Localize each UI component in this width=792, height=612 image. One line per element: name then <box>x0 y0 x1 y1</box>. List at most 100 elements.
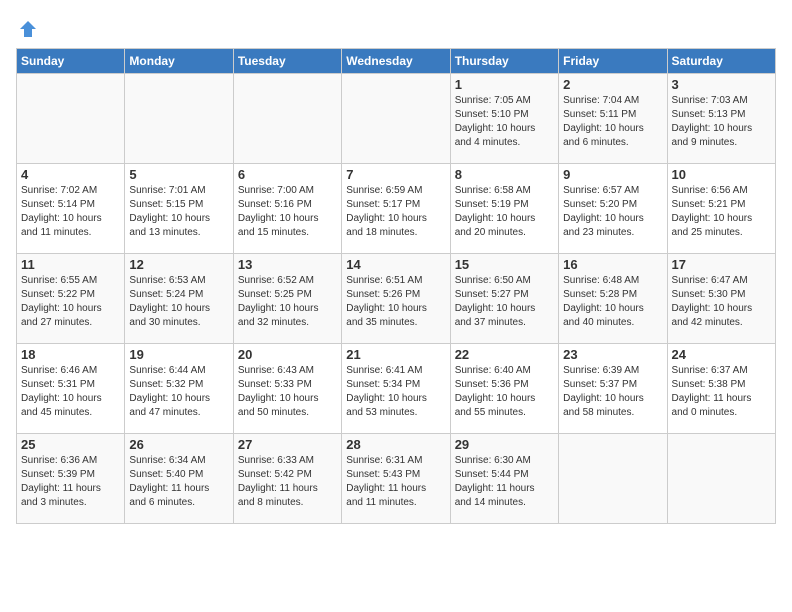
day-number: 17 <box>672 257 771 272</box>
day-info: Sunrise: 7:01 AM Sunset: 5:15 PM Dayligh… <box>129 184 228 240</box>
calendar-cell: 16 Sunrise: 6:48 AM Sunset: 5:28 PM Dayli… <box>559 254 667 344</box>
calendar-cell: 8 Sunrise: 6:58 AM Sunset: 5:19 PM Daylig… <box>450 164 558 254</box>
calendar-cell: 13 Sunrise: 6:52 AM Sunset: 5:25 PM Dayli… <box>233 254 341 344</box>
calendar-cell <box>559 434 667 524</box>
calendar-cell: 12 Sunrise: 6:53 AM Sunset: 5:24 PM Dayli… <box>125 254 233 344</box>
day-number: 2 <box>563 77 662 92</box>
calendar-cell: 17 Sunrise: 6:47 AM Sunset: 5:30 PM Dayli… <box>667 254 775 344</box>
weekday-header: Thursday <box>450 49 558 74</box>
calendar-cell: 3 Sunrise: 7:03 AM Sunset: 5:13 PM Daylig… <box>667 74 775 164</box>
day-number: 25 <box>21 437 120 452</box>
calendar-cell: 11 Sunrise: 6:55 AM Sunset: 5:22 PM Dayli… <box>17 254 125 344</box>
day-number: 3 <box>672 77 771 92</box>
calendar-week: 4 Sunrise: 7:02 AM Sunset: 5:14 PM Daylig… <box>17 164 776 254</box>
day-info: Sunrise: 6:37 AM Sunset: 5:38 PM Dayligh… <box>672 364 771 420</box>
day-number: 19 <box>129 347 228 362</box>
day-info: Sunrise: 7:03 AM Sunset: 5:13 PM Dayligh… <box>672 94 771 150</box>
day-info: Sunrise: 6:57 AM Sunset: 5:20 PM Dayligh… <box>563 184 662 240</box>
day-info: Sunrise: 6:58 AM Sunset: 5:19 PM Dayligh… <box>455 184 554 240</box>
calendar-cell <box>667 434 775 524</box>
day-number: 16 <box>563 257 662 272</box>
calendar-cell: 18 Sunrise: 6:46 AM Sunset: 5:31 PM Dayli… <box>17 344 125 434</box>
weekday-header: Sunday <box>17 49 125 74</box>
day-info: Sunrise: 6:44 AM Sunset: 5:32 PM Dayligh… <box>129 364 228 420</box>
page-header <box>16 16 776 40</box>
day-number: 5 <box>129 167 228 182</box>
day-number: 14 <box>346 257 445 272</box>
day-number: 22 <box>455 347 554 362</box>
day-number: 28 <box>346 437 445 452</box>
calendar-cell: 23Sunrise: 6:39 AM Sunset: 5:37 PM Dayli… <box>559 344 667 434</box>
day-info: Sunrise: 6:56 AM Sunset: 5:21 PM Dayligh… <box>672 184 771 240</box>
day-info: Sunrise: 6:48 AM Sunset: 5:28 PM Dayligh… <box>563 274 662 330</box>
calendar-cell: 6 Sunrise: 7:00 AM Sunset: 5:16 PM Daylig… <box>233 164 341 254</box>
day-number: 27 <box>238 437 337 452</box>
calendar-cell: 1 Sunrise: 7:05 AM Sunset: 5:10 PM Daylig… <box>450 74 558 164</box>
calendar-cell <box>17 74 125 164</box>
weekday-header: Tuesday <box>233 49 341 74</box>
day-info: Sunrise: 6:52 AM Sunset: 5:25 PM Dayligh… <box>238 274 337 330</box>
day-info: Sunrise: 6:53 AM Sunset: 5:24 PM Dayligh… <box>129 274 228 330</box>
day-number: 7 <box>346 167 445 182</box>
calendar-cell: 22 Sunrise: 6:40 AM Sunset: 5:36 PM Dayli… <box>450 344 558 434</box>
calendar-cell: 5 Sunrise: 7:01 AM Sunset: 5:15 PM Daylig… <box>125 164 233 254</box>
day-info: Sunrise: 6:47 AM Sunset: 5:30 PM Dayligh… <box>672 274 771 330</box>
calendar-week: 18 Sunrise: 6:46 AM Sunset: 5:31 PM Dayli… <box>17 344 776 434</box>
day-number: 21 <box>346 347 445 362</box>
day-info: Sunrise: 7:00 AM Sunset: 5:16 PM Dayligh… <box>238 184 337 240</box>
logo <box>16 16 38 40</box>
day-info: Sunrise: 6:55 AM Sunset: 5:22 PM Dayligh… <box>21 274 120 330</box>
weekday-header: Saturday <box>667 49 775 74</box>
day-info: Sunrise: 6:50 AM Sunset: 5:27 PM Dayligh… <box>455 274 554 330</box>
day-info: Sunrise: 7:05 AM Sunset: 5:10 PM Dayligh… <box>455 94 554 150</box>
day-info: Sunrise: 6:39 AM Sunset: 5:37 PM Dayligh… <box>563 364 662 420</box>
day-number: 13 <box>238 257 337 272</box>
day-info: Sunrise: 6:51 AM Sunset: 5:26 PM Dayligh… <box>346 274 445 330</box>
day-number: 18 <box>21 347 120 362</box>
day-number: 29 <box>455 437 554 452</box>
day-info: Sunrise: 6:36 AM Sunset: 5:39 PM Dayligh… <box>21 454 120 510</box>
calendar-cell: 28Sunrise: 6:31 AM Sunset: 5:43 PM Dayli… <box>342 434 450 524</box>
calendar-cell <box>125 74 233 164</box>
calendar-header: SundayMondayTuesdayWednesdayThursdayFrid… <box>17 49 776 74</box>
day-info: Sunrise: 6:41 AM Sunset: 5:34 PM Dayligh… <box>346 364 445 420</box>
calendar-cell: 20Sunrise: 6:43 AM Sunset: 5:33 PM Dayli… <box>233 344 341 434</box>
day-number: 4 <box>21 167 120 182</box>
calendar-cell <box>233 74 341 164</box>
day-number: 12 <box>129 257 228 272</box>
day-number: 20 <box>238 347 337 362</box>
day-info: Sunrise: 7:02 AM Sunset: 5:14 PM Dayligh… <box>21 184 120 240</box>
day-number: 15 <box>455 257 554 272</box>
calendar-week: 11 Sunrise: 6:55 AM Sunset: 5:22 PM Dayli… <box>17 254 776 344</box>
day-info: Sunrise: 6:30 AM Sunset: 5:44 PM Dayligh… <box>455 454 554 510</box>
calendar-cell: 2 Sunrise: 7:04 AM Sunset: 5:11 PM Daylig… <box>559 74 667 164</box>
day-number: 11 <box>21 257 120 272</box>
day-number: 10 <box>672 167 771 182</box>
day-number: 26 <box>129 437 228 452</box>
calendar-cell: 29 Sunrise: 6:30 AM Sunset: 5:44 PM Dayli… <box>450 434 558 524</box>
day-info: Sunrise: 6:40 AM Sunset: 5:36 PM Dayligh… <box>455 364 554 420</box>
day-number: 8 <box>455 167 554 182</box>
day-info: Sunrise: 6:59 AM Sunset: 5:17 PM Dayligh… <box>346 184 445 240</box>
day-info: Sunrise: 6:33 AM Sunset: 5:42 PM Dayligh… <box>238 454 337 510</box>
calendar-cell: 19 Sunrise: 6:44 AM Sunset: 5:32 PM Dayli… <box>125 344 233 434</box>
day-number: 6 <box>238 167 337 182</box>
day-info: Sunrise: 7:04 AM Sunset: 5:11 PM Dayligh… <box>563 94 662 150</box>
calendar-cell: 24Sunrise: 6:37 AM Sunset: 5:38 PM Dayli… <box>667 344 775 434</box>
day-info: Sunrise: 6:46 AM Sunset: 5:31 PM Dayligh… <box>21 364 120 420</box>
calendar-cell: 25 Sunrise: 6:36 AM Sunset: 5:39 PM Dayli… <box>17 434 125 524</box>
calendar-cell: 26Sunrise: 6:34 AM Sunset: 5:40 PM Dayli… <box>125 434 233 524</box>
calendar-cell: 7 Sunrise: 6:59 AM Sunset: 5:17 PM Daylig… <box>342 164 450 254</box>
calendar-week: 25 Sunrise: 6:36 AM Sunset: 5:39 PM Dayli… <box>17 434 776 524</box>
calendar-week: 1 Sunrise: 7:05 AM Sunset: 5:10 PM Daylig… <box>17 74 776 164</box>
calendar-cell: 27 Sunrise: 6:33 AM Sunset: 5:42 PM Dayli… <box>233 434 341 524</box>
calendar-cell: 14 Sunrise: 6:51 AM Sunset: 5:26 PM Dayli… <box>342 254 450 344</box>
calendar-cell: 4 Sunrise: 7:02 AM Sunset: 5:14 PM Daylig… <box>17 164 125 254</box>
weekday-header: Monday <box>125 49 233 74</box>
calendar-cell: 15 Sunrise: 6:50 AM Sunset: 5:27 PM Dayli… <box>450 254 558 344</box>
calendar-cell: 10 Sunrise: 6:56 AM Sunset: 5:21 PM Dayli… <box>667 164 775 254</box>
day-number: 1 <box>455 77 554 92</box>
weekday-header: Wednesday <box>342 49 450 74</box>
calendar-cell <box>342 74 450 164</box>
weekday-header: Friday <box>559 49 667 74</box>
